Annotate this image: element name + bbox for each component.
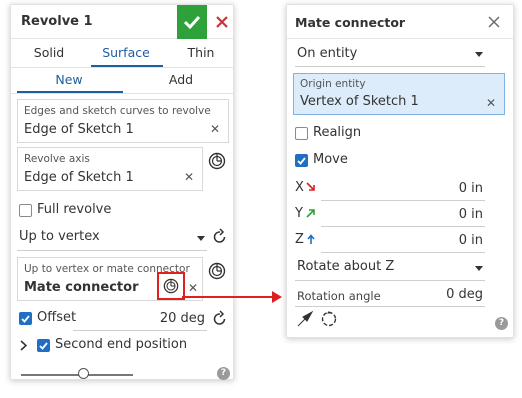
placement-select[interactable]: On entity (295, 41, 485, 67)
rotation-angle-input[interactable]: Rotation angle 0 deg (295, 285, 485, 307)
rotation-type-value: Rotate about Z (297, 259, 395, 274)
divider (11, 67, 233, 68)
help-icon[interactable]: ? (217, 367, 230, 380)
revolve-axis-field[interactable]: Revolve axis Edge of Sketch 1 ✕ (17, 147, 203, 191)
chevron-down-icon (475, 266, 483, 271)
tab-surface[interactable]: Surface (93, 45, 159, 60)
x-offset-input[interactable]: 0 in (321, 179, 485, 201)
chevron-down-icon (475, 52, 483, 57)
dialog-header: Mate connector (287, 5, 513, 39)
cancel-button[interactable] (209, 5, 235, 39)
rotation-type-select[interactable]: Rotate about Z (295, 255, 485, 281)
end-type-value: Up to vertex (19, 229, 100, 244)
mate-connector-dialog: Mate connector On entity Origin entity V… (286, 4, 514, 338)
opacity-slider[interactable] (21, 374, 133, 376)
realign-checkbox[interactable] (295, 127, 308, 140)
help-icon[interactable]: ? (495, 317, 508, 330)
revolve-dialog: Revolve 1 Solid Surface Thin New Add Edg… (10, 4, 234, 380)
z-offset-input[interactable]: 0 in (321, 231, 485, 253)
chevron-down-icon (197, 236, 205, 241)
subtab-new[interactable]: New (47, 72, 91, 87)
dialog-title: Mate connector (295, 15, 406, 30)
x-axis-label: X (295, 180, 304, 195)
field-label: Edges and sketch curves to revolve (24, 105, 211, 117)
field-value: Mate connector (24, 280, 139, 295)
tab-thin[interactable]: Thin (179, 45, 223, 60)
y-offset-input[interactable]: 0 in (321, 205, 485, 227)
close-icon (216, 16, 228, 28)
offset-input[interactable]: 20 deg (73, 309, 207, 331)
flip-primary-axis-icon[interactable] (295, 309, 315, 329)
field-value: Edge of Sketch 1 (24, 170, 134, 185)
dialog-header: Revolve 1 (11, 5, 233, 39)
clear-icon[interactable]: ✕ (210, 122, 220, 136)
rotation-angle-label: Rotation angle (297, 289, 381, 303)
clear-icon[interactable]: ✕ (188, 281, 198, 295)
mate-connector-icon[interactable] (207, 151, 227, 171)
full-revolve-label: Full revolve (37, 202, 112, 217)
offset-label: Offset (37, 310, 77, 325)
field-value: Edge of Sketch 1 (24, 122, 134, 137)
z-arrow-icon (305, 233, 317, 245)
z-offset-value: 0 in (458, 233, 483, 248)
z-axis-label: Z (295, 232, 304, 247)
x-offset-value: 0 in (458, 181, 483, 196)
offset-checkbox[interactable] (19, 312, 32, 325)
placement-value: On entity (297, 46, 358, 61)
second-end-checkbox[interactable] (37, 339, 50, 352)
field-label: Revolve axis (24, 153, 90, 165)
realign-label: Realign (313, 125, 362, 140)
clear-icon[interactable]: ✕ (486, 96, 496, 110)
move-label: Move (313, 152, 348, 167)
check-icon (183, 15, 201, 29)
dialog-title: Revolve 1 (21, 14, 93, 29)
subtab-add[interactable]: Add (159, 72, 203, 87)
chevron-right-icon[interactable] (17, 338, 29, 352)
callout-arrow (182, 296, 274, 298)
reorient-secondary-axis-icon[interactable] (319, 309, 339, 329)
edges-to-revolve-field[interactable]: Edges and sketch curves to revolve Edge … (17, 99, 229, 143)
flip-direction-icon[interactable] (211, 227, 229, 247)
origin-entity-field[interactable]: Origin entity Vertex of Sketch 1 ✕ (293, 73, 505, 115)
rotation-angle-value: 0 deg (446, 287, 483, 302)
close-icon[interactable] (487, 15, 501, 29)
mate-connector-icon[interactable] (207, 261, 227, 281)
clear-icon[interactable]: ✕ (184, 170, 194, 184)
full-revolve-checkbox[interactable] (19, 204, 32, 217)
divider (11, 93, 233, 94)
y-axis-label: Y (295, 206, 303, 221)
end-type-select[interactable]: Up to vertex (17, 225, 207, 251)
callout-arrowhead (272, 291, 282, 303)
x-arrow-icon (305, 181, 317, 193)
flip-direction-icon[interactable] (211, 309, 229, 329)
y-offset-value: 0 in (458, 207, 483, 222)
offset-value: 20 deg (159, 311, 205, 326)
tab-solid[interactable]: Solid (25, 45, 73, 60)
field-label: Origin entity (300, 78, 366, 90)
second-end-label: Second end position (55, 337, 188, 352)
slider-handle[interactable] (77, 368, 89, 379)
accept-button[interactable] (177, 5, 207, 39)
field-value: Vertex of Sketch 1 (300, 94, 419, 109)
highlight-frame (157, 272, 185, 300)
y-arrow-icon (305, 207, 317, 219)
move-checkbox[interactable] (295, 154, 308, 167)
